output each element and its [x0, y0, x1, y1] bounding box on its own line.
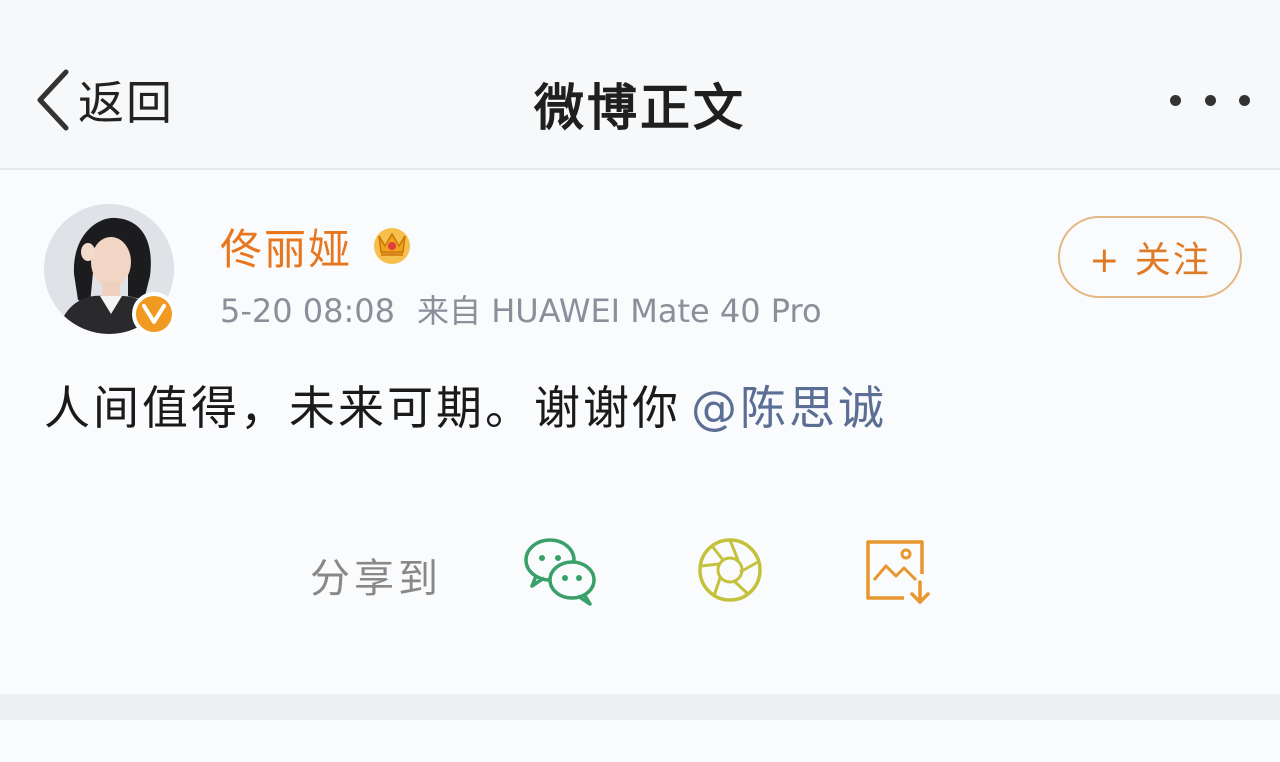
weibo-post-screen: 返回 微博正文 佟丽娅 5-20 08:08 来自 HUAWEI Mate 40…	[0, 0, 1280, 762]
more-dot	[1204, 94, 1216, 106]
wechat-icon[interactable]	[522, 532, 598, 608]
share-label: 分享到	[310, 556, 442, 602]
verified-v-icon	[132, 292, 176, 336]
post-text: 人间值得，未来可期。谢谢你	[44, 381, 681, 435]
page-title: 微博正文	[534, 79, 746, 137]
post-content: 人间值得，未来可期。谢谢你 @陈思诚	[44, 372, 887, 438]
crown-member-icon	[374, 228, 410, 264]
follow-button[interactable]: + 关注	[1058, 216, 1242, 298]
avatar[interactable]	[44, 204, 176, 336]
more-options-button[interactable]	[1170, 88, 1250, 112]
moments-icon[interactable]	[692, 532, 768, 608]
post-meta: 5-20 08:08 来自 HUAWEI Mate 40 Pro	[220, 286, 822, 332]
mention-link[interactable]: @陈思诚	[691, 381, 887, 435]
post-time: 5-20 08:08	[220, 292, 396, 330]
top-nav-bar: 返回 微博正文	[0, 0, 1280, 170]
more-dots-icon	[1170, 94, 1181, 106]
section-divider	[0, 694, 1280, 720]
save-image-icon[interactable]	[862, 532, 938, 608]
more-dot	[1239, 94, 1250, 106]
post-source: 来自 HUAWEI Mate 40 Pro	[417, 292, 822, 330]
user-name[interactable]: 佟丽娅	[220, 216, 352, 277]
